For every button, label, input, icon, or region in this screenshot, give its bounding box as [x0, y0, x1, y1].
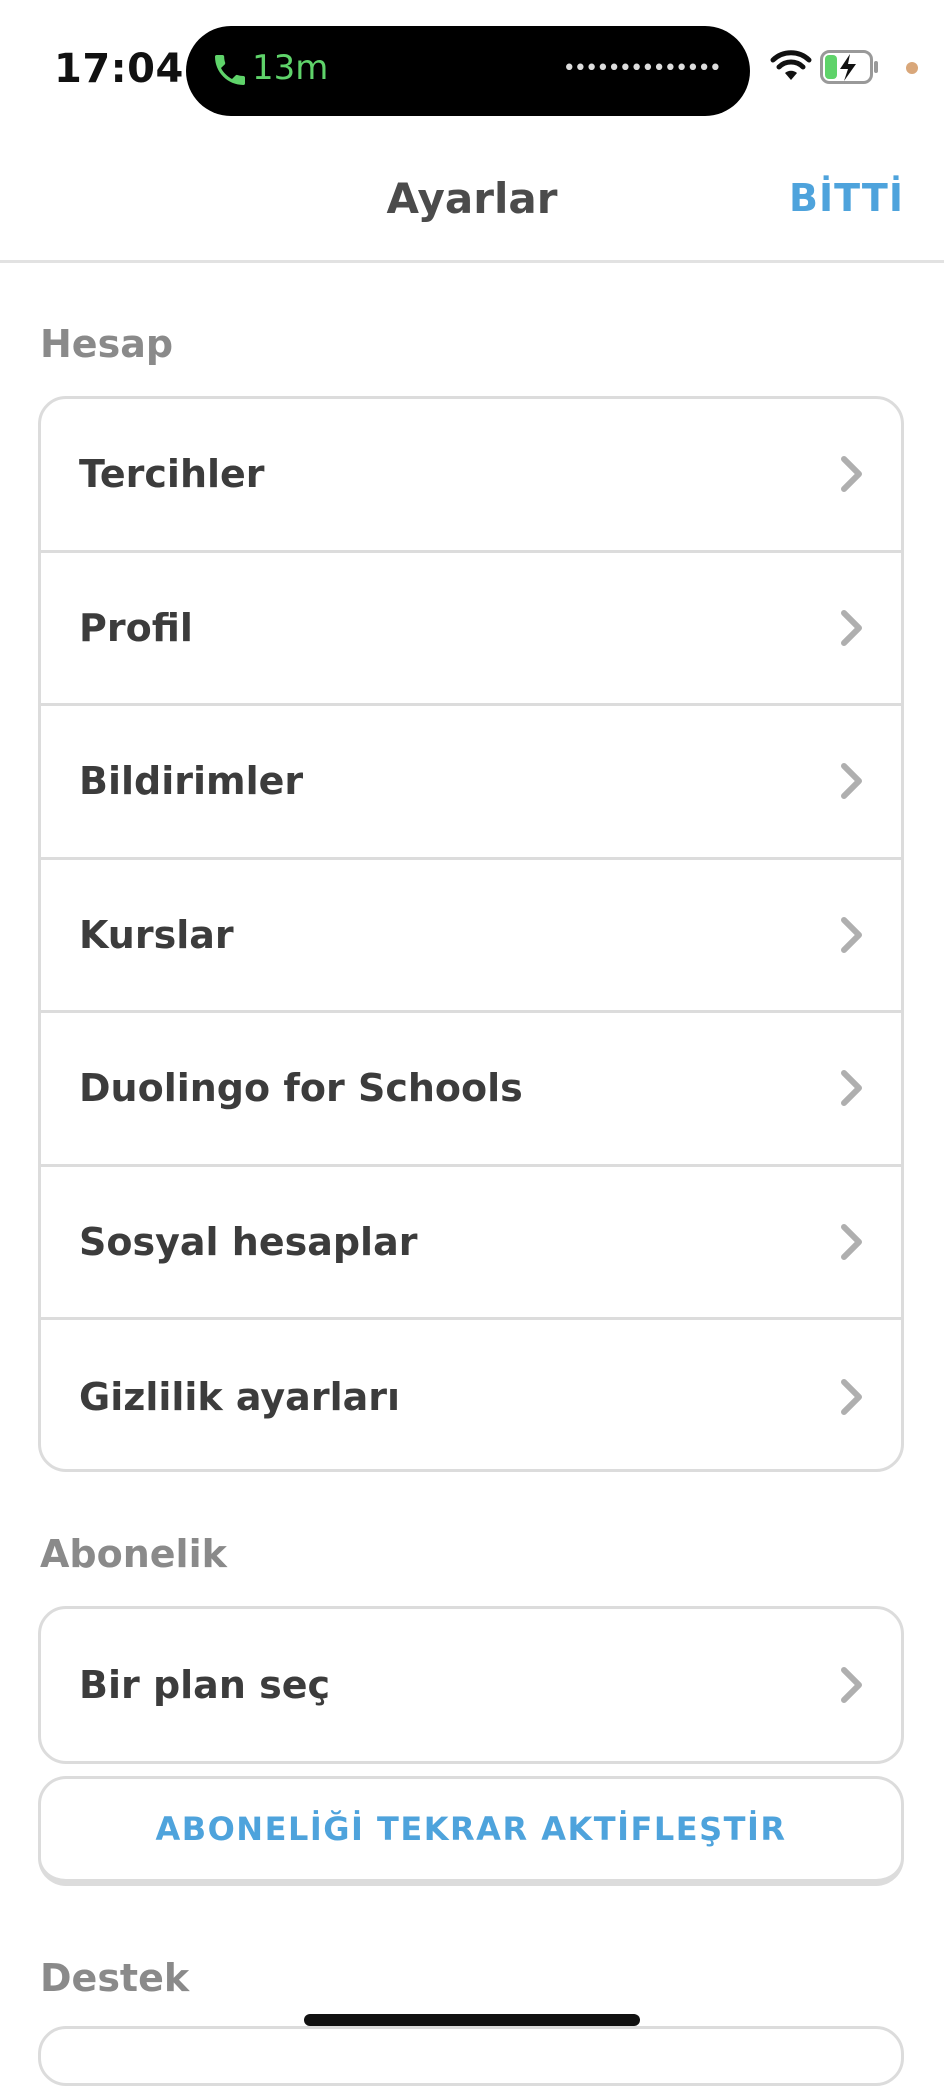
settings-item-preferences[interactable]: Tercihler [41, 399, 901, 553]
account-settings-list: Tercihler Profil Bildirimler Kurslar Duo… [38, 396, 904, 1472]
navigation-header: Ayarlar BİTTİ [0, 140, 944, 263]
settings-item-duolingo-for-schools[interactable]: Duolingo for Schools [41, 1013, 901, 1167]
status-bar: 17:04 13m •••••••••••••• [0, 0, 944, 140]
reactivate-subscription-button[interactable]: ABONELİĞİ TEKRAR AKTİFLEŞTİR [38, 1776, 904, 1886]
section-title-subscription: Abonelik [40, 1532, 227, 1576]
section-title-account: Hesap [40, 322, 174, 366]
phone-icon [215, 55, 245, 85]
chevron-right-icon [841, 1378, 862, 1415]
subscription-settings-list: Bir plan seç [38, 1606, 904, 1764]
chevron-right-icon [841, 1223, 862, 1260]
chevron-right-icon [841, 916, 862, 953]
chevron-right-icon [841, 1667, 862, 1703]
done-button[interactable]: BİTTİ [789, 176, 904, 220]
settings-item-profile[interactable]: Profil [41, 553, 901, 706]
status-time: 17:04 [54, 46, 184, 92]
support-settings-list [38, 2026, 904, 2086]
settings-item-label: Duolingo for Schools [79, 1066, 523, 1111]
wifi-icon [770, 50, 812, 80]
chevron-right-icon [841, 609, 862, 646]
section-title-support: Destek [40, 1956, 190, 2000]
settings-item-label: Bildirimler [79, 759, 304, 804]
settings-item-label: Kurslar [79, 912, 234, 957]
settings-item-label: Bir plan seç [79, 1663, 331, 1707]
chevron-right-icon [841, 1070, 862, 1107]
settings-item-label: Profil [79, 605, 193, 650]
chevron-right-icon [841, 763, 862, 800]
settings-item-label: Gizlilik ayarları [79, 1374, 400, 1419]
settings-item-privacy[interactable]: Gizlilik ayarları [41, 1320, 901, 1469]
settings-item-choose-plan[interactable]: Bir plan seç [41, 1609, 901, 1761]
settings-item-label: Sosyal hesaplar [79, 1219, 418, 1264]
settings-item-courses[interactable]: Kurslar [41, 860, 901, 1013]
dynamic-island-call[interactable]: 13m •••••••••••••• [186, 26, 750, 116]
call-duration: 13m [252, 48, 329, 88]
settings-item-social-accounts[interactable]: Sosyal hesaplar [41, 1167, 901, 1320]
home-indicator[interactable] [304, 2014, 640, 2026]
settings-item-label: Tercihler [79, 452, 265, 497]
privacy-dot-indicator [906, 62, 918, 74]
chevron-right-icon [841, 456, 862, 493]
settings-item-notifications[interactable]: Bildirimler [41, 706, 901, 860]
audio-waveform-icon: •••••••••••••• [562, 56, 722, 81]
battery-charging-icon [820, 50, 878, 84]
